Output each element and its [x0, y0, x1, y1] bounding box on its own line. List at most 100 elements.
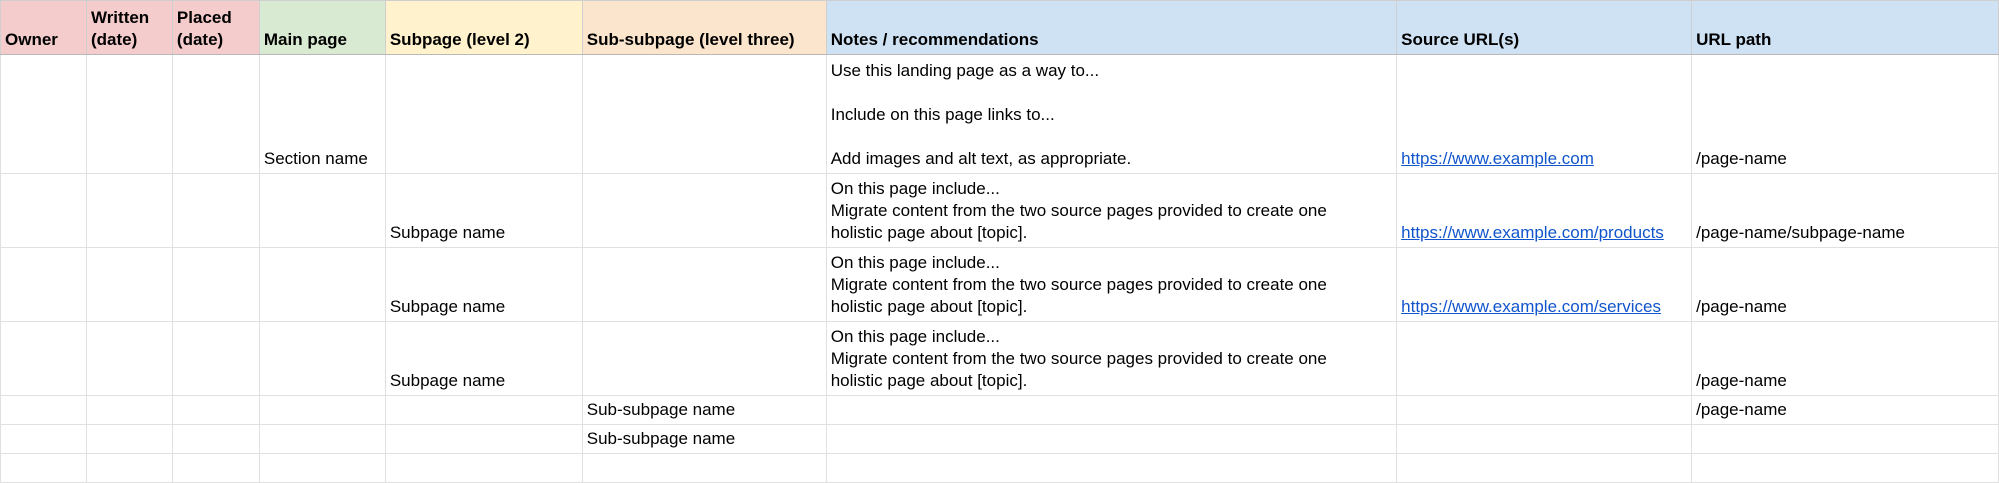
cell-subpage[interactable]: Subpage name	[384, 247, 583, 322]
cell-notes[interactable]: Use this landing page as a way to... Inc…	[825, 54, 1398, 174]
cell-subpage[interactable]: Subpage name	[384, 321, 583, 396]
cell-url-path[interactable]	[1691, 453, 1999, 483]
cell-sub-subpage[interactable]	[581, 173, 827, 248]
cell-owner[interactable]	[0, 424, 87, 454]
cell-main-page[interactable]	[258, 395, 386, 425]
cell-url-path[interactable]: /page-name	[1691, 321, 1999, 396]
cell-written[interactable]	[85, 395, 173, 425]
cell-url-path[interactable]: /page-name	[1691, 395, 1999, 425]
note-line: holistic page about [topic].	[830, 297, 1028, 316]
header-owner[interactable]: Owner	[0, 0, 87, 55]
cell-placed[interactable]	[171, 453, 260, 483]
cell-source-url[interactable]	[1396, 453, 1693, 483]
header-url-path[interactable]: URL path	[1691, 0, 1999, 55]
header-main-page[interactable]: Main page	[258, 0, 386, 55]
cell-sub-subpage[interactable]	[581, 453, 827, 483]
cell-owner[interactable]	[0, 54, 87, 174]
cell-written[interactable]	[85, 453, 173, 483]
cell-source-url	[1396, 321, 1693, 396]
cell-subpage[interactable]: Subpage name	[384, 173, 583, 248]
header-notes[interactable]: Notes / recommendations	[825, 0, 1398, 55]
cell-url-path[interactable]	[1691, 424, 1999, 454]
note-line	[831, 82, 1392, 104]
table-row: Subpage name On this page include... Mig…	[0, 247, 1999, 322]
cell-source-url: https://www.example.com	[1396, 54, 1693, 174]
cell-sub-subpage[interactable]	[581, 247, 827, 322]
source-url-link[interactable]: https://www.example.com	[1401, 149, 1594, 168]
table-row: Subpage name On this page include... Mig…	[0, 321, 1999, 396]
cell-owner[interactable]	[0, 321, 87, 396]
cell-notes[interactable]	[825, 395, 1398, 425]
header-label: Placed	[176, 8, 232, 27]
header-label: Source URL(s)	[1401, 30, 1520, 49]
cell-source-url[interactable]	[1396, 424, 1693, 454]
header-label: Main page	[263, 30, 347, 49]
note-line: On this page include...	[830, 179, 1000, 198]
cell-main-page[interactable]	[258, 173, 386, 248]
cell-owner[interactable]	[0, 453, 87, 483]
cell-placed[interactable]	[171, 247, 260, 322]
note-line: Migrate content from the two source page…	[830, 349, 1327, 368]
cell-placed[interactable]	[171, 321, 260, 396]
source-url-link[interactable]: https://www.example.com/services	[1401, 297, 1661, 316]
cell-source-url: https://www.example.com/products	[1396, 173, 1693, 248]
header-label: Sub-subpage (level three)	[586, 30, 795, 49]
header-source-urls[interactable]: Source URL(s)	[1396, 0, 1693, 55]
cell-placed[interactable]	[171, 54, 260, 174]
cell-main-page[interactable]: Section name	[258, 54, 386, 174]
cell-main-page[interactable]	[258, 247, 386, 322]
cell-url-path[interactable]: /page-name	[1691, 247, 1999, 322]
cell-sub-subpage[interactable]	[581, 321, 827, 396]
cell-owner[interactable]	[0, 395, 87, 425]
note-line: On this page include...	[830, 327, 1000, 346]
note-line: Migrate content from the two source page…	[830, 201, 1327, 220]
cell-written[interactable]	[85, 173, 173, 248]
header-label: Owner	[5, 30, 58, 49]
cell-subpage[interactable]	[384, 453, 583, 483]
cell-notes[interactable]	[825, 424, 1398, 454]
cell-main-page[interactable]	[258, 453, 386, 483]
cell-sub-subpage[interactable]: Sub-subpage name	[581, 395, 827, 425]
note-line: holistic page about [topic].	[830, 223, 1028, 242]
cell-placed[interactable]	[171, 424, 260, 454]
header-written-date[interactable]: Written (date)	[85, 0, 173, 55]
header-row: Owner Written (date) Placed (date) Main pa…	[0, 0, 1999, 55]
cell-url-path[interactable]: /page-name/subpage-name	[1691, 173, 1999, 248]
cell-source-url[interactable]	[1396, 395, 1693, 425]
cell-subpage[interactable]	[384, 424, 583, 454]
header-sub-subpage[interactable]: Sub-subpage (level three)	[581, 0, 827, 55]
note-line: On this page include...	[830, 253, 1000, 272]
cell-main-page[interactable]	[258, 321, 386, 396]
cell-notes[interactable]: On this page include... Migrate content …	[825, 173, 1398, 248]
cell-placed[interactable]	[171, 395, 260, 425]
cell-written[interactable]	[85, 247, 173, 322]
cell-written[interactable]	[85, 424, 173, 454]
cell-subpage[interactable]	[384, 54, 583, 174]
header-label: URL path	[1696, 30, 1772, 49]
cell-subpage[interactable]	[384, 395, 583, 425]
table-row: Section name Use this landing page as a …	[0, 54, 1999, 174]
header-placed-date[interactable]: Placed (date)	[171, 0, 260, 55]
header-label: Notes / recommendations	[830, 30, 1039, 49]
cell-owner[interactable]	[0, 173, 87, 248]
cell-url-path[interactable]: /page-name	[1691, 54, 1999, 174]
table-row: Subpage name On this page include... Mig…	[0, 173, 1999, 248]
note-line: Add images and alt text, as appropriate.	[830, 149, 1132, 168]
note-line	[831, 126, 1392, 148]
header-label: Written	[90, 8, 150, 27]
cell-notes[interactable]	[825, 453, 1398, 483]
cell-written[interactable]	[85, 321, 173, 396]
cell-main-page[interactable]	[258, 424, 386, 454]
cell-placed[interactable]	[171, 173, 260, 248]
table-row: Sub-subpage name /page-name	[0, 395, 1999, 425]
cell-notes[interactable]: On this page include... Migrate content …	[825, 247, 1398, 322]
cell-owner[interactable]	[0, 247, 87, 322]
cell-notes[interactable]: On this page include... Migrate content …	[825, 321, 1398, 396]
header-subpage[interactable]: Subpage (level 2)	[384, 0, 583, 55]
cell-sub-subpage[interactable]	[581, 54, 827, 174]
cell-sub-subpage[interactable]: Sub-subpage name	[581, 424, 827, 454]
spreadsheet-grid: Owner Written (date) Placed (date) Main pa…	[0, 0, 1999, 483]
source-url-link[interactable]: https://www.example.com/products	[1401, 223, 1664, 242]
cell-source-url: https://www.example.com/services	[1396, 247, 1693, 322]
cell-written[interactable]	[85, 54, 173, 174]
